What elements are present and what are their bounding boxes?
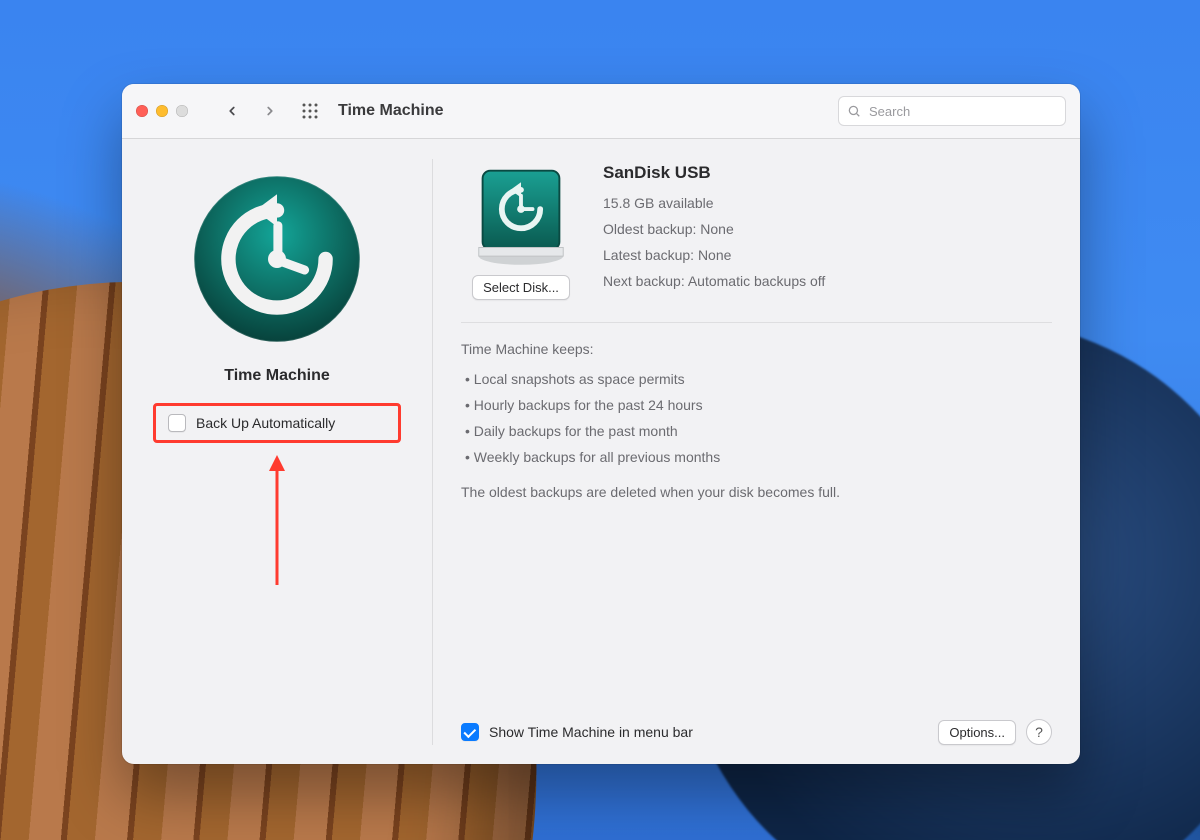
backup-disk-icon: [473, 163, 569, 265]
forward-button[interactable]: [256, 97, 284, 125]
right-pane: Select Disk... SanDisk USB 15.8 GB avail…: [433, 139, 1080, 764]
zoom-button[interactable]: [176, 105, 188, 117]
disk-row: Select Disk... SanDisk USB 15.8 GB avail…: [461, 163, 1052, 323]
close-button[interactable]: [136, 105, 148, 117]
window-body: Time Machine Back Up Automatically: [122, 139, 1080, 764]
keeps-tail: The oldest backups are deleted when your…: [461, 481, 1052, 503]
options-button[interactable]: Options...: [938, 720, 1016, 745]
help-button[interactable]: ?: [1026, 719, 1052, 745]
search-field[interactable]: [838, 96, 1066, 126]
backup-automatically-checkbox[interactable]: [168, 414, 186, 432]
disk-next-backup: Next backup: Automatic backups off: [603, 269, 1052, 295]
disk-name: SanDisk USB: [603, 163, 1052, 183]
time-machine-icon: [187, 169, 367, 349]
help-icon: ?: [1035, 724, 1043, 740]
window-titlebar: Time Machine: [122, 84, 1080, 139]
window-title: Time Machine: [338, 102, 444, 120]
show-all-button[interactable]: [296, 97, 324, 125]
keeps-lead: Time Machine keeps:: [461, 341, 1052, 357]
traffic-lights: [136, 105, 188, 117]
keeps-item: Daily backups for the past month: [461, 419, 1052, 445]
chevron-left-icon: [225, 104, 239, 118]
keeps-item: Weekly backups for all previous months: [461, 445, 1052, 471]
annotation-arrow: [275, 455, 279, 585]
annotation-highlight: Back Up Automatically: [153, 403, 401, 443]
disk-column: Select Disk...: [461, 163, 581, 300]
keeps-list: Local snapshots as space permits Hourly …: [461, 367, 1052, 471]
search-icon: [847, 104, 861, 118]
disk-available: 15.8 GB available: [603, 191, 1052, 217]
backup-automatically-label: Back Up Automatically: [196, 415, 335, 431]
keeps-item: Local snapshots as space permits: [461, 367, 1052, 393]
keeps-section: Time Machine keeps: Local snapshots as s…: [461, 341, 1052, 503]
minimize-button[interactable]: [156, 105, 168, 117]
back-button[interactable]: [218, 97, 246, 125]
show-in-menubar-checkbox[interactable]: [461, 723, 479, 741]
search-input[interactable]: [867, 103, 1057, 120]
desktop-wallpaper: Time Machine: [0, 0, 1200, 840]
chevron-right-icon: [263, 104, 277, 118]
app-name-label: Time Machine: [140, 367, 414, 385]
disk-info: SanDisk USB 15.8 GB available Oldest bac…: [603, 163, 1052, 300]
left-pane: Time Machine Back Up Automatically: [122, 139, 432, 764]
disk-latest-backup: Latest backup: None: [603, 243, 1052, 269]
preferences-window: Time Machine: [122, 84, 1080, 764]
disk-oldest-backup: Oldest backup: None: [603, 217, 1052, 243]
select-disk-button[interactable]: Select Disk...: [472, 275, 570, 300]
show-in-menubar-label: Show Time Machine in menu bar: [489, 724, 693, 740]
keeps-item: Hourly backups for the past 24 hours: [461, 393, 1052, 419]
grid-icon: [301, 102, 319, 120]
bottom-row: Show Time Machine in menu bar Options...…: [461, 705, 1052, 745]
